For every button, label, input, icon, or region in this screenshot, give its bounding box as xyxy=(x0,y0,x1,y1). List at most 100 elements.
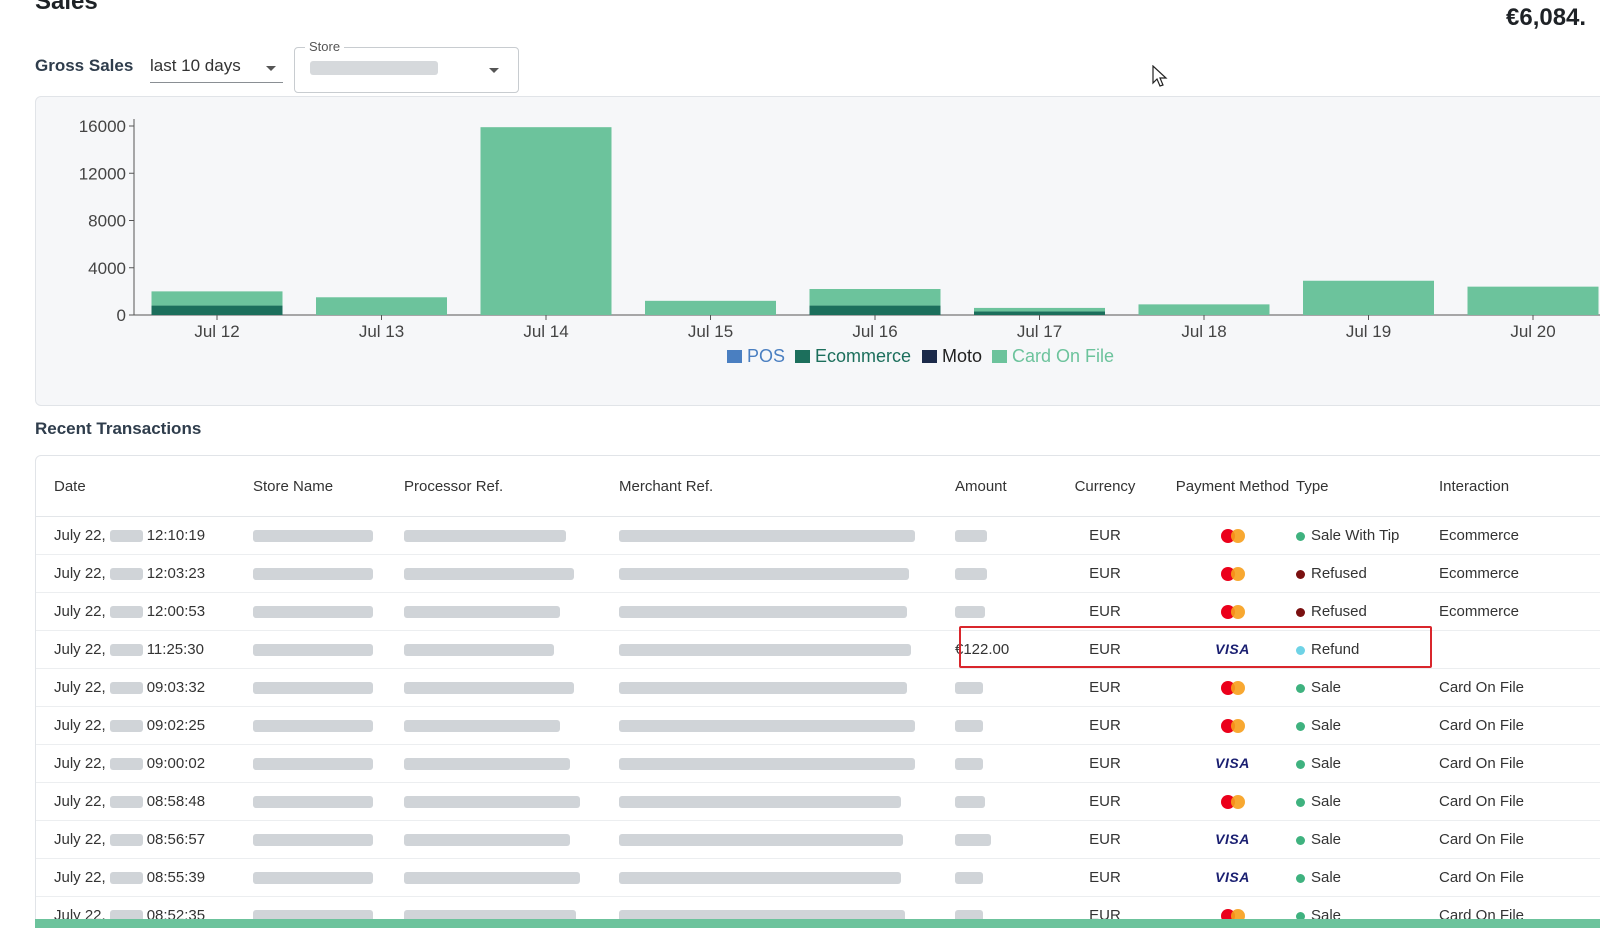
col-header-merchant-ref[interactable]: Merchant Ref. xyxy=(619,456,955,517)
table-row[interactable]: July 22, 09:00:02 EUR VISA Sale Card On File xyxy=(36,744,1600,783)
x-tick-label: Jul 12 xyxy=(194,322,239,341)
bar-card-on-file[interactable] xyxy=(974,307,1105,312)
payment-method-cell: VISA xyxy=(1169,858,1296,897)
bar-ecommerce[interactable] xyxy=(974,311,1105,315)
type-label: Sale xyxy=(1311,717,1342,734)
legend-label[interactable]: Moto xyxy=(942,346,982,366)
date-time: 08:55:39 xyxy=(146,869,206,886)
type-label: Refused xyxy=(1311,565,1367,582)
amount-cell xyxy=(955,516,1041,555)
gross-sales-label: Gross Sales xyxy=(35,56,134,75)
interaction-cell: Card On File xyxy=(1439,858,1600,897)
table-row[interactable]: July 22, 11:25:30 €122.00 EUR VISA Refund xyxy=(36,630,1600,669)
col-header-payment-method[interactable]: Payment Method xyxy=(1169,456,1296,517)
bar-ecommerce[interactable] xyxy=(151,305,283,315)
payment-method-cell xyxy=(1169,516,1296,555)
legend-label[interactable]: Card On File xyxy=(1012,346,1114,366)
status-dot-icon xyxy=(1296,683,1305,693)
interaction-cell: Card On File xyxy=(1439,668,1600,707)
processor-ref-redacted xyxy=(404,682,574,695)
date-cell: July 22, 08:56:57 xyxy=(36,820,253,859)
merchant-ref-redacted xyxy=(619,796,901,809)
store-label: Store xyxy=(305,39,345,54)
store-value-redacted xyxy=(310,61,438,75)
bar-ecommerce[interactable] xyxy=(809,305,941,315)
type-cell: Sale xyxy=(1296,820,1439,859)
type-cell: Sale xyxy=(1296,668,1439,707)
merchant-ref-cell xyxy=(619,706,955,745)
merchant-ref-redacted xyxy=(619,644,911,657)
date-range-select[interactable]: last 10 days xyxy=(150,52,283,83)
col-header-store-name[interactable]: Store Name xyxy=(253,456,404,517)
amount-redacted xyxy=(955,834,991,847)
date-time: 08:56:57 xyxy=(146,831,206,848)
bar-card-on-file[interactable] xyxy=(1303,280,1434,315)
amount-redacted xyxy=(955,606,985,619)
col-header-type[interactable]: Type xyxy=(1296,456,1439,517)
col-header-amount[interactable]: Amount xyxy=(955,456,1041,517)
merchant-ref-redacted xyxy=(619,606,907,619)
legend-label[interactable]: Ecommerce xyxy=(815,346,911,366)
table-header-row: Date Store Name Processor Ref. Merchant … xyxy=(36,456,1600,517)
merchant-ref-cell xyxy=(619,592,955,631)
currency-cell: EUR xyxy=(1041,668,1169,707)
merchant-ref-redacted xyxy=(619,758,915,771)
store-select[interactable]: Store xyxy=(294,39,519,93)
col-header-date[interactable]: Date xyxy=(36,456,253,517)
type-cell: Refund xyxy=(1296,630,1439,669)
x-tick-label: Jul 20 xyxy=(1510,322,1555,341)
bar-card-on-file[interactable] xyxy=(1138,304,1270,315)
visa-icon: VISA xyxy=(1215,831,1250,847)
recent-transactions-title: Recent Transactions xyxy=(35,419,202,438)
processor-ref-cell xyxy=(404,782,619,821)
table-row[interactable]: July 22, 08:56:57 EUR VISA Sale Card On File xyxy=(36,820,1600,859)
bar-card-on-file[interactable] xyxy=(645,300,776,315)
table-row[interactable]: July 22, 12:03:23 EUR Refused Ecommerce xyxy=(36,554,1600,593)
table-row[interactable]: July 22, 09:02:25 EUR Sale Card On File xyxy=(36,706,1600,745)
visa-icon: VISA xyxy=(1215,641,1250,657)
year-redacted xyxy=(109,682,143,695)
col-header-interaction[interactable]: Interaction xyxy=(1439,456,1600,517)
chevron-down-icon xyxy=(266,66,276,71)
processor-ref-cell xyxy=(404,592,619,631)
bar-card-on-file[interactable] xyxy=(809,289,941,306)
type-label: Refused xyxy=(1311,603,1367,620)
amount-cell xyxy=(955,744,1041,783)
processor-ref-cell xyxy=(404,706,619,745)
bar-card-on-file[interactable] xyxy=(151,291,283,306)
date-cell: July 22, 12:10:19 xyxy=(36,516,253,555)
visa-icon: VISA xyxy=(1215,869,1250,885)
date-time: 12:03:23 xyxy=(146,565,206,582)
currency-cell: EUR xyxy=(1041,744,1169,783)
bar-card-on-file[interactable] xyxy=(1467,286,1599,315)
type-cell: Sale xyxy=(1296,782,1439,821)
year-redacted xyxy=(109,758,143,771)
table-row[interactable]: July 22, 12:10:19 EUR Sale With Tip Ecommerc… xyxy=(36,516,1600,555)
amount-redacted xyxy=(955,758,983,771)
table-row[interactable]: July 22, 08:58:48 EUR Sale Card On File xyxy=(36,782,1600,821)
processor-ref-cell xyxy=(404,554,619,593)
type-cell: Sale xyxy=(1296,744,1439,783)
store-name-cell xyxy=(253,592,404,631)
date-time: 09:02:25 xyxy=(146,717,206,734)
table-row[interactable]: July 22, 08:55:39 EUR VISA Sale Card On File xyxy=(36,858,1600,897)
payment-method-cell: VISA xyxy=(1169,820,1296,859)
bar-card-on-file[interactable] xyxy=(316,297,447,315)
store-name-redacted xyxy=(253,606,373,619)
amount-cell xyxy=(955,820,1041,859)
currency-cell: EUR xyxy=(1041,592,1169,631)
store-name-redacted xyxy=(253,682,373,695)
store-name-cell xyxy=(253,630,404,669)
bar-card-on-file[interactable] xyxy=(480,127,612,316)
table-row[interactable]: July 22, 12:00:53 EUR Refused Ecommerce xyxy=(36,592,1600,631)
type-cell: Sale With Tip xyxy=(1296,516,1439,555)
processor-ref-redacted xyxy=(404,568,574,581)
col-header-currency[interactable]: Currency xyxy=(1041,456,1169,517)
table-row[interactable]: July 22, 09:03:32 EUR Sale Card On File xyxy=(36,668,1600,707)
date-cell: July 22, 09:00:02 xyxy=(36,744,253,783)
legend-label[interactable]: POS xyxy=(747,346,785,366)
col-header-processor-ref[interactable]: Processor Ref. xyxy=(404,456,619,517)
type-cell: Sale xyxy=(1296,706,1439,745)
year-redacted xyxy=(109,568,143,581)
store-name-redacted xyxy=(253,796,373,809)
